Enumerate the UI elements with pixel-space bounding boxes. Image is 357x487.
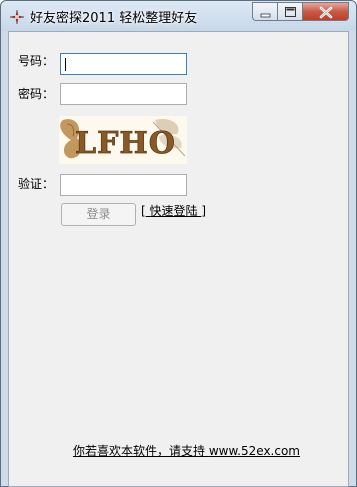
verify-label: 验证： bbox=[18, 177, 55, 191]
minimize-icon bbox=[260, 13, 271, 18]
maximize-button[interactable] bbox=[278, 2, 303, 21]
close-button[interactable] bbox=[303, 2, 349, 21]
close-icon bbox=[319, 6, 333, 19]
account-label: 号码： bbox=[18, 54, 55, 68]
bracket-open: [ bbox=[141, 204, 146, 218]
captcha-text: LFHO bbox=[75, 126, 176, 161]
main-window: 好友密探2011 轻松整理好友 号码： 密码： LFHO 验证： 登录 [快速… bbox=[0, 0, 357, 487]
support-text: 你若喜欢本软件，请支持 bbox=[73, 444, 206, 458]
minimize-button[interactable] bbox=[252, 2, 278, 21]
quick-login-link[interactable]: [ 快速登陆 ] bbox=[141, 202, 206, 219]
login-button[interactable]: 登录 bbox=[61, 203, 136, 226]
text-caret bbox=[65, 58, 66, 71]
app-icon bbox=[9, 9, 25, 25]
bracket-close: ] bbox=[201, 204, 207, 218]
maximize-icon bbox=[285, 7, 296, 17]
title-bar[interactable]: 好友密探2011 轻松整理好友 bbox=[1, 1, 356, 31]
account-input[interactable] bbox=[60, 53, 187, 75]
captcha-image[interactable]: LFHO bbox=[59, 116, 187, 164]
verify-input[interactable] bbox=[60, 174, 187, 196]
password-input[interactable] bbox=[60, 83, 187, 105]
client-area: 号码： 密码： LFHO 验证： 登录 [快速登陆] 你若喜欢本软件，请支持… bbox=[8, 31, 349, 487]
support-link[interactable]: 你若喜欢本软件，请支持 www.52ex.com bbox=[73, 442, 300, 459]
quick-login-text: 快速登陆 bbox=[149, 204, 198, 218]
password-label: 密码： bbox=[18, 87, 55, 101]
captcha-graphic: LFHO bbox=[60, 118, 186, 161]
window-title: 好友密探2011 轻松整理好友 bbox=[30, 11, 198, 26]
support-url: www.52ex.com bbox=[208, 444, 300, 458]
